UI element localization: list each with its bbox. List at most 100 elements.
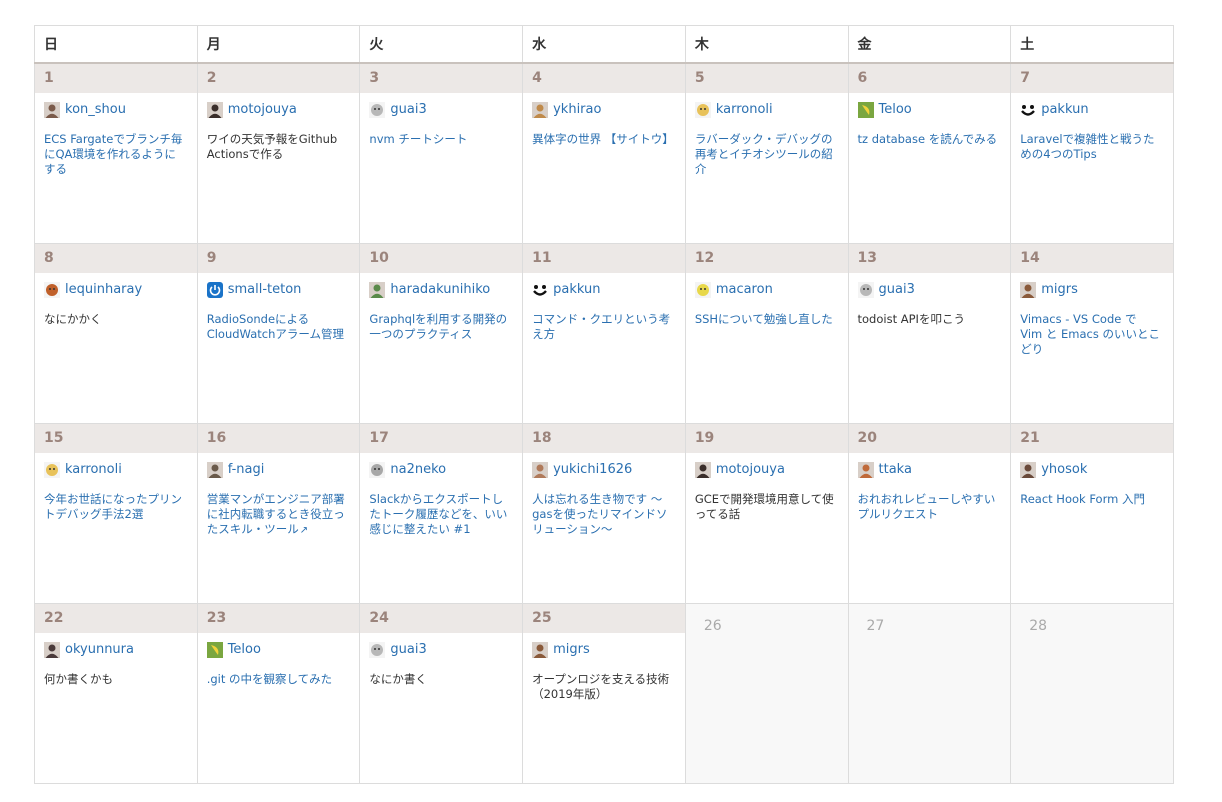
character-avatar-icon[interactable] [44,281,60,298]
author-link[interactable]: Teloo [206,641,360,658]
author-name[interactable]: ykhirao [553,102,601,117]
character-avatar-icon[interactable] [369,641,386,658]
author-link[interactable]: yhosok [1020,461,1173,478]
author-link[interactable]: macaron [694,281,848,298]
day-cell-12[interactable]: 12 macaron SSHについて勉強し直した [684,243,849,424]
author-link[interactable]: small-teton [206,281,360,298]
user-avatar-icon[interactable] [1020,281,1037,298]
entry-title-link[interactable]: コマンド・クエリという考え方 [532,312,673,342]
entry-title-link[interactable]: ECS Fargateでブランチ毎にQA環境を作れるようにする [44,132,185,177]
smiley-avatar-icon[interactable] [532,281,549,298]
author-link[interactable]: migrs [1020,281,1173,298]
day-cell-18[interactable]: 18 yukichi1626 人は忘れる生き物です 〜gasを使ったリマインドソリュ… [522,423,686,604]
author-link[interactable]: f-nagi [206,461,360,478]
entry-title-link[interactable]: 人は忘れる生き物です 〜gasを使ったリマインドソリューション〜 [532,492,673,537]
author-name[interactable]: motojouya [716,462,785,477]
day-cell-24[interactable]: 24 guai3 なにか書く [359,603,524,784]
day-cell-16[interactable]: 16 f-nagi 営業マンがエンジニア部署に社内転職するとき役立ったスキル・ツール… [196,423,361,604]
author-name[interactable]: okyunnura [65,642,134,657]
day-cell-13[interactable]: 13 guai3 todoist APIを叩こう [847,243,1012,424]
banana-avatar-icon[interactable] [206,641,223,658]
entry-title-link[interactable]: Laravelで複雑性と戦うための4つのTips [1020,132,1161,162]
author-name[interactable]: f-nagi [228,462,265,477]
user-avatar-icon[interactable] [532,461,549,478]
entry-title-text[interactable]: Slackからエクスポートしたトーク履歴などを、いい感じに整えたい #1 [369,492,507,536]
day-cell-5[interactable]: 5 karronoli ラバーダック・デバッグの再考とイチオシツールの紹介 [684,62,849,244]
author-name[interactable]: Teloo [879,102,912,117]
day-cell-7[interactable]: 7 pakkun Laravelで複雑性と戦うための4つのTips [1010,62,1174,244]
user-avatar-icon[interactable] [532,101,549,118]
user-avatar-icon[interactable] [206,461,223,478]
author-name[interactable]: migrs [553,642,590,657]
day-cell-2[interactable]: 2 motojouya ワイの天気予報をGithub Actionsで作る [196,62,361,244]
author-link[interactable]: migrs [532,641,685,658]
author-link[interactable]: motojouya [694,461,848,478]
entry-title-link[interactable]: .git の中を観察してみた [207,672,348,687]
day-cell-10[interactable]: 10 haradakunihiko Graphqlを利用する開発の一つのプラクティス [359,243,524,424]
author-name[interactable]: pakkun [1041,102,1088,117]
author-name[interactable]: karronoli [716,102,773,117]
author-link[interactable]: kon_shou [44,101,197,118]
power-avatar-icon[interactable] [206,281,223,298]
entry-title-link[interactable]: ラバーダック・デバッグの再考とイチオシツールの紹介 [695,132,836,177]
day-cell-1[interactable]: 1 kon_shou ECS Fargateでブランチ毎にQA環境を作れるようにする [34,62,198,244]
user-avatar-icon[interactable] [857,461,874,478]
day-cell-6[interactable]: 6 Teloo tz database を読んでみる [847,62,1012,244]
day-cell-4[interactable]: 4 ykhirao 異体字の世界 【サイトウ】 [522,62,686,244]
entry-title-link[interactable]: nvm チートシート [369,132,510,147]
entry-title-text[interactable]: SSHについて勉強し直した [695,312,833,326]
entry-title-link[interactable]: Slackからエクスポートしたトーク履歴などを、いい感じに整えたい #1 [369,492,510,537]
author-link[interactable]: pakkun [1020,101,1173,118]
author-link[interactable]: karronoli [694,101,848,118]
author-name[interactable]: guai3 [390,642,426,657]
author-link[interactable]: motojouya [206,101,360,118]
entry-title-link[interactable]: Graphqlを利用する開発の一つのプラクティス [369,312,510,342]
day-cell-8[interactable]: 8 lequinharay なにかかく [34,243,198,424]
author-name[interactable]: guai3 [879,282,915,297]
day-cell-25[interactable]: 25 migrs オープンロジを支える技術（2019年版） [522,603,686,784]
user-avatar-icon[interactable] [44,641,60,658]
day-cell-17[interactable]: 17 na2neko Slackからエクスポートしたトーク履歴などを、いい感じに整え… [359,423,524,604]
entry-title-text[interactable]: ラバーダック・デバッグの再考とイチオシツールの紹介 [695,132,833,176]
character-avatar-icon[interactable] [694,101,711,118]
entry-title-text[interactable]: Graphqlを利用する開発の一つのプラクティス [369,312,507,341]
character-avatar-icon[interactable] [694,281,711,298]
day-cell-11[interactable]: 11 pakkun コマンド・クエリという考え方 [522,243,686,424]
author-link[interactable]: guai3 [857,281,1011,298]
author-link[interactable]: pakkun [532,281,685,298]
entry-title-text[interactable]: ECS Fargateでブランチ毎にQA環境を作れるようにする [44,132,182,176]
entry-title-text[interactable]: コマンド・クエリという考え方 [532,312,670,341]
author-link[interactable]: Teloo [857,101,1011,118]
author-name[interactable]: macaron [716,282,773,297]
author-name[interactable]: haradakunihiko [390,282,490,297]
author-name[interactable]: lequinharay [65,282,142,297]
day-cell-23[interactable]: 23 Teloo .git の中を観察してみた [196,603,361,784]
day-cell-19[interactable]: 19 motojouya GCEで開発環境用意して使ってる話 [684,423,849,604]
entry-title-link[interactable]: 異体字の世界 【サイトウ】 [532,132,674,147]
entry-title-text[interactable]: おれおれレビューしやすいプルリクエスト [858,492,996,521]
author-link[interactable]: guai3 [369,101,522,118]
character-avatar-icon[interactable] [369,101,386,118]
entry-title-text[interactable]: nvm チートシート [369,132,467,146]
author-name[interactable]: ttaka [879,462,912,477]
entry-title-link[interactable]: SSHについて勉強し直した [695,312,836,327]
day-cell-22[interactable]: 22 okyunnura 何か書くかも [34,603,198,784]
entry-title-text[interactable]: RadioSondeによるCloudWatchアラーム管理 [207,312,344,341]
entry-title-text[interactable]: Vimacs - VS Code で Vim と Emacs のいいとこどり [1020,312,1160,356]
day-cell-9[interactable]: 9 small-teton RadioSondeによるCloudWatchアラーム管… [196,243,361,424]
entry-title-text[interactable]: Laravelで複雑性と戦うための4つのTips [1020,132,1154,161]
author-link[interactable]: karronoli [44,461,197,478]
entry-title-link[interactable]: 営業マンがエンジニア部署に社内転職するとき役立ったスキル・ツール↗ [207,492,348,538]
entry-title-link[interactable]: 今年お世話になったプリントデバッグ手法2選 [44,492,185,522]
author-link[interactable]: ykhirao [532,101,685,118]
author-name[interactable]: na2neko [390,462,446,477]
author-name[interactable]: Teloo [228,642,261,657]
entry-title-link[interactable]: RadioSondeによるCloudWatchアラーム管理 [207,312,348,342]
author-link[interactable]: guai3 [369,641,522,658]
entry-title-text[interactable]: .git の中を観察してみた [207,672,332,686]
author-name[interactable]: kon_shou [65,102,126,117]
author-name[interactable]: migrs [1041,282,1078,297]
day-cell-3[interactable]: 3 guai3 nvm チートシート [359,62,524,244]
author-link[interactable]: ttaka [857,461,1011,478]
author-link[interactable]: lequinharay [44,281,197,298]
